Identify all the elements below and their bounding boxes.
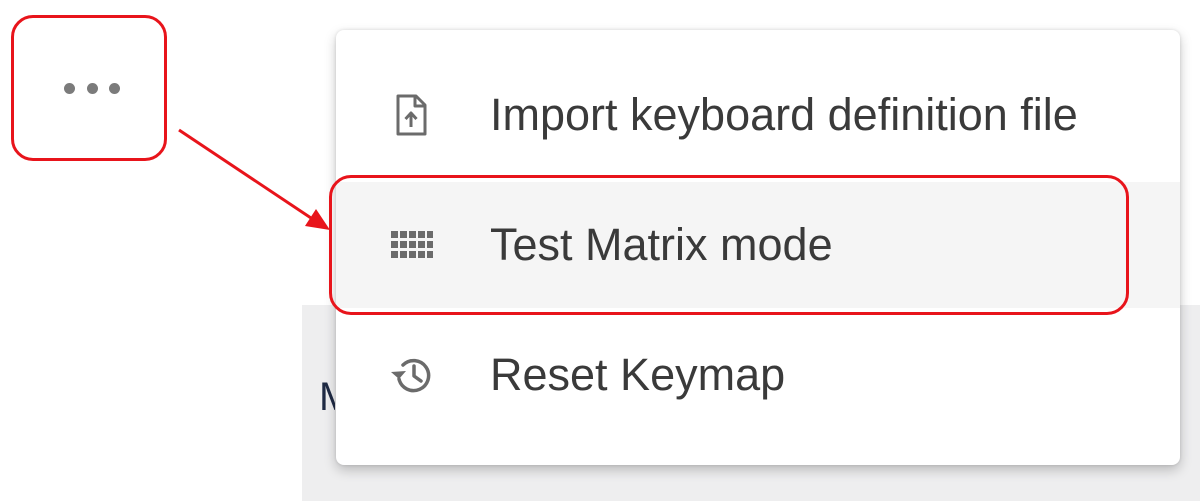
file-upload-icon (396, 94, 427, 136)
menu-item-import-keyboard-definition[interactable]: Import keyboard definition file (336, 52, 1180, 178)
background-partial-text: M (319, 372, 335, 422)
annotation-arrow (178, 128, 330, 230)
highlight-annotation-box (329, 175, 1129, 315)
history-icon (391, 358, 431, 393)
menu-item-label: Import keyboard definition file (490, 89, 1078, 140)
screenshot-root: { "background": { "partial_text": "M" },… (0, 0, 1200, 501)
menu-item-reset-keymap[interactable]: Reset Keymap (336, 312, 1180, 438)
menu-item-label: Reset Keymap (490, 349, 786, 400)
